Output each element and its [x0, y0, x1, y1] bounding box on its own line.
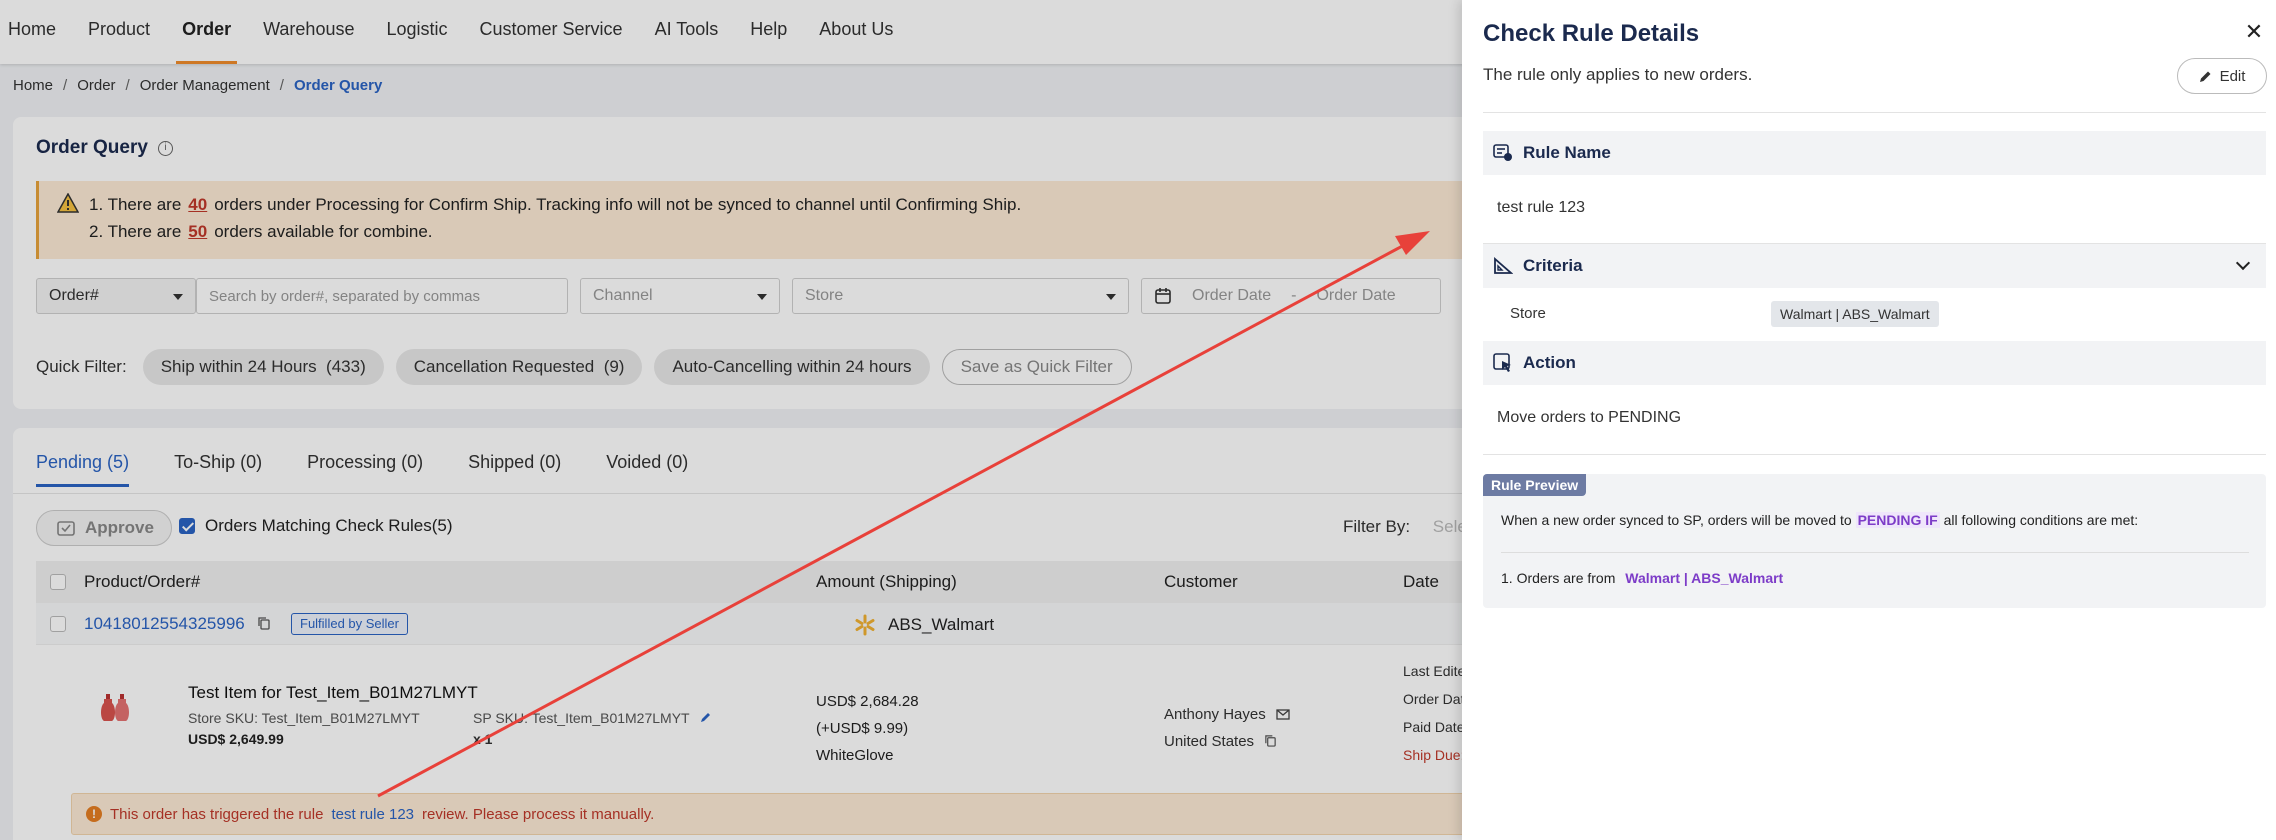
drawer-subtitle: The rule only applies to new orders.	[1483, 65, 1753, 84]
chevron-down-icon[interactable]	[2235, 255, 2251, 271]
condition-text: 1. Orders are from	[1501, 570, 1616, 586]
preview-highlight: PENDING IF	[1855, 512, 1940, 528]
preview-text: When a new order synced to SP, orders wi…	[1501, 512, 1852, 528]
edit-button[interactable]: Edit	[2177, 58, 2267, 94]
rule-name-header: Rule Name	[1523, 143, 1611, 162]
divider	[1483, 112, 2266, 113]
divider	[1501, 552, 2249, 553]
action-section-header: Action	[1483, 341, 2266, 385]
action-cursor-icon	[1493, 353, 1511, 372]
criteria-section-header[interactable]: Criteria	[1483, 244, 2266, 288]
check-rule-drawer: Check Rule Details ✕ The rule only appli…	[1462, 0, 2276, 840]
criteria-field: Store	[1510, 305, 1546, 322]
ruler-triangle-icon	[1494, 257, 1513, 274]
action-header: Action	[1523, 353, 1576, 372]
rule-preview-text: When a new order synced to SP, orders wi…	[1501, 512, 2138, 528]
rule-name-icon	[1493, 144, 1512, 161]
drawer-title: Check Rule Details	[1483, 20, 1700, 47]
rule-name-section-header: Rule Name	[1483, 131, 2266, 175]
criteria-header: Criteria	[1523, 256, 1583, 275]
rule-preview: Rule Preview When a new order synced to …	[1483, 474, 2266, 608]
rule-preview-condition: 1. Orders are from Walmart | ABS_Walmart	[1501, 570, 1783, 586]
modal-overlay[interactable]	[0, 0, 1462, 840]
preview-text: all following conditions are met:	[1943, 512, 2139, 528]
edit-label: Edit	[2219, 67, 2246, 85]
action-value: Move orders to PENDING	[1497, 409, 1682, 426]
pencil-icon	[2199, 71, 2211, 82]
close-icon[interactable]: ✕	[2242, 20, 2266, 44]
rule-name-value: test rule 123	[1497, 199, 1586, 216]
criteria-value-tag: Walmart | ABS_Walmart	[1771, 301, 1939, 327]
divider	[1483, 454, 2266, 455]
rule-preview-label: Rule Preview	[1483, 474, 1587, 496]
condition-value: Walmart | ABS_Walmart	[1625, 570, 1784, 586]
